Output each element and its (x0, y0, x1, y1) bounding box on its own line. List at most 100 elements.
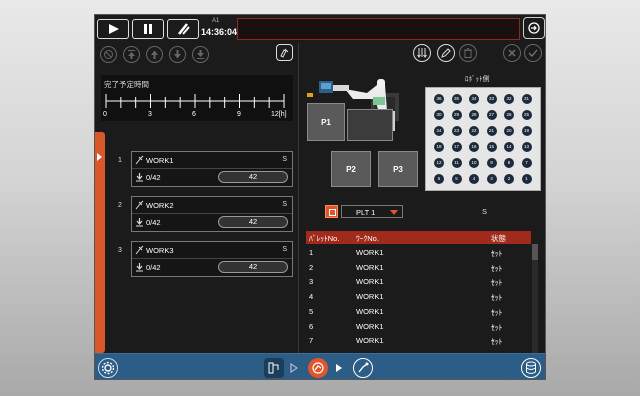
table-row[interactable]: 5 WORK1 ｾｯﾄ (306, 304, 531, 319)
sort-button[interactable] (413, 44, 431, 62)
table-row[interactable]: 1 WORK1 ｾｯﾄ (306, 245, 531, 260)
move-down-button[interactable] (169, 46, 186, 63)
pallet-slot[interactable]: 34 (469, 94, 479, 104)
run-mode-button[interactable] (308, 358, 328, 378)
pallet-dropdown[interactable]: PLT 1 (341, 205, 403, 218)
work-card[interactable]: WORK1 S 0/42 42 (131, 151, 293, 187)
table-cell: 7 (309, 336, 314, 346)
edit-button[interactable] (437, 44, 455, 62)
pallet-slot[interactable]: 5 (451, 174, 462, 184)
table-scrollbar[interactable] (532, 244, 538, 353)
robot-side-label: ﾛﾎﾞｯﾄ側 (465, 76, 490, 83)
pallet-slot[interactable]: 6 (434, 174, 444, 184)
pallet-slot[interactable]: 15 (486, 142, 497, 152)
pallet-p2[interactable]: P2 (331, 151, 371, 187)
pallet-slot[interactable]: 24 (434, 126, 444, 136)
pallet-slot[interactable]: 29 (451, 110, 462, 120)
pallet-slot[interactable]: 8 (504, 158, 514, 168)
pallet-slot[interactable]: 11 (451, 158, 462, 168)
arrow-down-icon (174, 50, 181, 59)
disable-button[interactable] (100, 46, 117, 63)
download-icon (136, 263, 143, 272)
exit-button[interactable] (523, 17, 545, 39)
scroll-thumb[interactable] (532, 244, 538, 260)
work-item[interactable]: 2 WORK2 S 0/42 42 (109, 196, 293, 232)
work-card[interactable]: WORK3 S 0/42 42 (131, 241, 293, 277)
wrench-icon (135, 155, 144, 165)
work-quantity-field[interactable]: 42 (218, 261, 288, 273)
pallet-slot[interactable]: 10 (469, 158, 479, 168)
move-up-button[interactable] (146, 46, 163, 63)
pallet-slot[interactable]: 1 (521, 174, 532, 184)
pallet-slot[interactable]: 25 (521, 110, 532, 120)
download-icon (136, 218, 143, 227)
pallet-slot[interactable]: 35 (451, 94, 462, 104)
pallet-slot[interactable]: 22 (469, 126, 479, 136)
pallet-slot[interactable]: 36 (434, 94, 444, 104)
pallet-status: S (482, 207, 488, 216)
confirm-button[interactable] (524, 44, 542, 62)
edit-list-button[interactable] (276, 44, 293, 61)
monitor-button[interactable] (353, 358, 373, 378)
pallet-slot[interactable]: 18 (434, 142, 444, 152)
tick-label: 3 (148, 111, 152, 118)
pallet-slot[interactable]: 12 (434, 158, 444, 168)
move-top-button[interactable] (123, 46, 140, 63)
pallet-p3[interactable]: P3 (378, 151, 418, 187)
table-cell: WORK1 (356, 277, 384, 287)
pallet-dropdown-value: PLT 1 (356, 208, 376, 217)
pallet-slot[interactable]: 20 (504, 126, 514, 136)
table-cell: WORK1 (356, 336, 384, 346)
expand-handle[interactable] (95, 132, 105, 353)
work-card[interactable]: WORK2 S 0/42 42 (131, 196, 293, 232)
table-row[interactable]: 3 WORK1 ｾｯﾄ (306, 274, 531, 289)
pallet-slot[interactable]: 17 (451, 142, 462, 152)
pallet-slot[interactable]: 30 (434, 110, 444, 120)
pallet-slot[interactable]: 9 (486, 158, 497, 168)
table-cell: ｾｯﾄ (491, 278, 503, 288)
table-row[interactable]: 2 WORK1 ｾｯﾄ (306, 260, 531, 275)
teach-button[interactable] (264, 358, 284, 378)
prohibit-icon (104, 50, 113, 59)
pause-button[interactable] (132, 19, 164, 39)
pallet-slot[interactable]: 19 (521, 126, 532, 136)
pallet-slot[interactable]: 14 (504, 142, 514, 152)
pallet-slot[interactable]: 13 (521, 142, 532, 152)
work-item[interactable]: 1 WORK1 S 0/42 42 (109, 151, 293, 187)
tick-label: 12[h] (271, 111, 287, 118)
stop-button[interactable] (167, 19, 199, 39)
pallet-slot[interactable]: 21 (486, 126, 497, 136)
table-cell: WORK1 (356, 292, 384, 302)
work-quantity-field[interactable]: 42 (218, 171, 288, 183)
work-quantity-field[interactable]: 42 (218, 216, 288, 228)
expand-arrow-icon (97, 153, 102, 161)
completion-time-panel: 完了予定時間 0 3 6 9 12[h] (101, 75, 293, 121)
pallet-slot[interactable]: 16 (469, 142, 479, 152)
pallet-slot[interactable]: 32 (504, 94, 514, 104)
pallet-slot[interactable]: 23 (451, 126, 462, 136)
table-row[interactable]: 4 WORK1 ｾｯﾄ (306, 289, 531, 304)
pallet-slot[interactable]: 28 (469, 110, 479, 120)
delete-button[interactable] (459, 44, 477, 62)
settings-button[interactable] (98, 358, 118, 378)
pallet-slot[interactable]: 2 (504, 174, 514, 184)
pallet-slot[interactable]: 33 (486, 94, 497, 104)
table-cell: ｾｯﾄ (491, 249, 503, 258)
pallet-slot[interactable]: 7 (521, 158, 532, 168)
work-item[interactable]: 3 WORK3 S 0/42 42 (109, 241, 293, 277)
play-button[interactable] (97, 19, 129, 39)
move-bottom-button[interactable] (192, 46, 209, 63)
message-bar (237, 18, 520, 40)
pallet-slot[interactable]: 3 (486, 174, 497, 184)
exit-icon (528, 22, 540, 34)
table-row[interactable]: 7 WORK1 ｾｯﾄ (306, 333, 531, 348)
pallet-slot[interactable]: 4 (469, 174, 479, 184)
pallet-slot[interactable]: 27 (486, 110, 497, 120)
table-row[interactable]: 6 WORK1 ｾｯﾄ (306, 319, 531, 334)
pallet-slot[interactable]: 31 (521, 94, 532, 104)
arrow-up-icon (151, 50, 158, 59)
pallet-slot[interactable]: 26 (504, 110, 514, 120)
database-button[interactable] (521, 358, 541, 378)
cancel-button[interactable] (503, 44, 521, 62)
pallet-p1[interactable]: P1 (307, 103, 345, 141)
